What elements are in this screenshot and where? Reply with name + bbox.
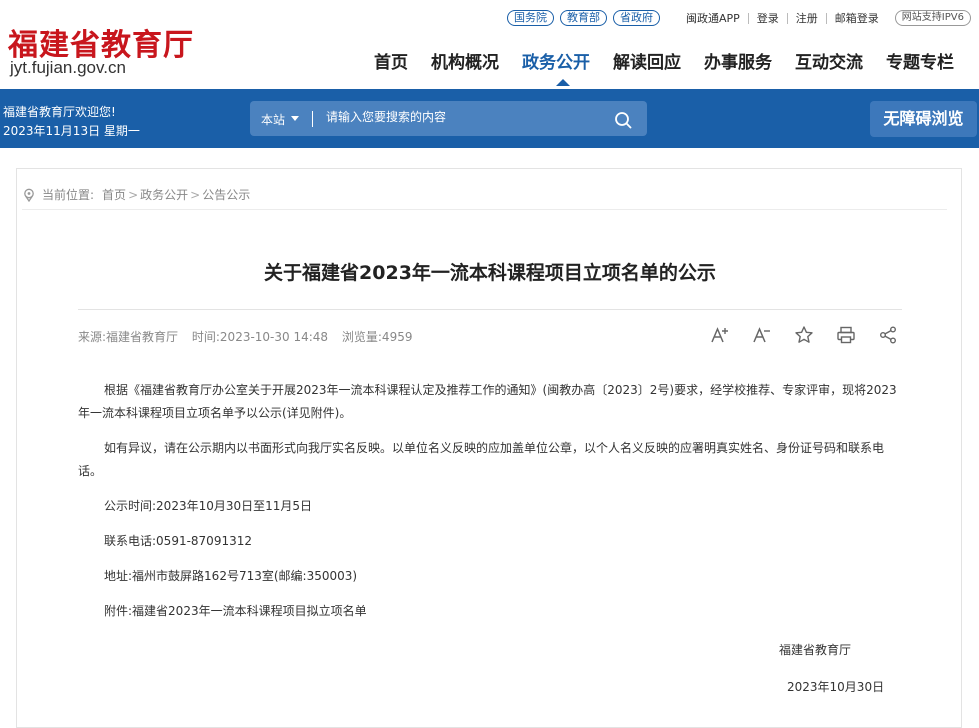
blue-band: 福建省教育厅欢迎您! 2023年11月13日 星期一 本站 无障碍浏览 bbox=[0, 89, 979, 148]
chevron-down-icon[interactable] bbox=[291, 116, 299, 121]
attachment-link[interactable]: 附件:福建省2023年一流本科课程项目拟立项名单 bbox=[78, 600, 903, 623]
mail-login-link[interactable]: 邮箱登录 bbox=[827, 13, 887, 24]
site-header: 福建省教育厅 jyt.fujian.gov.cn 国务院 教育部 省政府 闽政通… bbox=[0, 0, 979, 89]
font-increase-icon[interactable] bbox=[710, 325, 730, 345]
contact-phone: 联系电话:0591-87091312 bbox=[104, 534, 252, 548]
signature: 福建省教育厅 bbox=[779, 643, 852, 657]
article-time: 时间:2023-10-30 14:48 bbox=[191, 330, 329, 344]
favorite-star-icon[interactable] bbox=[794, 325, 814, 345]
search-divider bbox=[312, 111, 313, 127]
font-decrease-icon[interactable] bbox=[752, 325, 772, 345]
provincial-gov-link[interactable]: 省政府 bbox=[613, 10, 660, 26]
signature-date: 2023年10月30日 bbox=[787, 680, 885, 694]
nav-home[interactable]: 首页 bbox=[374, 48, 408, 73]
nav-about[interactable]: 机构概况 bbox=[431, 48, 499, 73]
contact-address: 地址:福州市鼓屏路162号713室(邮编:350003) bbox=[104, 569, 358, 583]
print-icon[interactable] bbox=[836, 325, 856, 345]
article-tools bbox=[710, 325, 898, 345]
site-logo-domain: jyt.fujian.gov.cn bbox=[10, 58, 126, 77]
breadcrumb-home[interactable]: 首页 bbox=[102, 186, 126, 203]
search-scope-select[interactable]: 本站 bbox=[261, 111, 285, 128]
article-views: 浏览量:4959 bbox=[341, 330, 413, 344]
search-bar: 本站 bbox=[250, 101, 647, 136]
nav-interaction[interactable]: 互动交流 bbox=[795, 48, 863, 73]
title-divider bbox=[78, 309, 902, 310]
location-icon bbox=[24, 188, 34, 202]
breadcrumb-gov-affairs[interactable]: 政务公开 bbox=[140, 186, 188, 203]
breadcrumb-prefix: 当前位置: bbox=[42, 188, 95, 202]
register-link[interactable]: 注册 bbox=[788, 12, 827, 24]
article-paragraph: 如有异议，请在公示期内以书面形式向我厅实名反映。以单位名义反映的应加盖单位公章，… bbox=[78, 441, 885, 478]
article-title: 关于福建省2023年一流本科课程项目立项名单的公示 bbox=[264, 262, 716, 284]
article-card: 当前位置: 首页 > 政务公开 > 公告公示 关于福建省2023年一流本科课程项… bbox=[16, 168, 962, 728]
breadcrumb-separator: > bbox=[190, 187, 201, 202]
article-body: 根据《福建省教育厅办公室关于开展2023年一流本科课程认定及推荐工作的通知》(闽… bbox=[78, 379, 903, 635]
mzt-app-link[interactable]: 闽政通APP bbox=[678, 12, 749, 24]
article-meta: 来源:福建省教育厅 时间:2023-10-30 14:48 浏览量:4959 bbox=[78, 328, 422, 345]
share-icon[interactable] bbox=[878, 325, 898, 345]
nav-services[interactable]: 办事服务 bbox=[704, 48, 772, 73]
notice-period: 公示时间:2023年10月30日至11月5日 bbox=[104, 499, 313, 513]
breadcrumb-notices[interactable]: 公告公示 bbox=[202, 186, 250, 203]
article-paragraph: 根据《福建省教育厅办公室关于开展2023年一流本科课程认定及推荐工作的通知》(闽… bbox=[78, 383, 897, 420]
ministry-education-link[interactable]: 教育部 bbox=[560, 10, 607, 26]
current-date: 2023年11月13日 星期一 bbox=[3, 124, 140, 138]
breadcrumb-separator: > bbox=[128, 187, 139, 202]
welcome-text: 福建省教育厅欢迎您! bbox=[3, 105, 116, 119]
search-input[interactable] bbox=[326, 110, 606, 124]
breadcrumb: 当前位置: 首页 > 政务公开 > 公告公示 bbox=[22, 186, 250, 203]
top-links: 国务院 教育部 省政府 闽政通APP 登录 注册 邮箱登录 网站支持IPV6 bbox=[507, 9, 971, 27]
breadcrumb-divider bbox=[22, 209, 947, 210]
nav-topics[interactable]: 专题专栏 bbox=[886, 48, 954, 73]
nav-gov-affairs[interactable]: 政务公开 bbox=[522, 48, 590, 86]
article-source: 来源:福建省教育厅 bbox=[78, 330, 179, 344]
main-nav: 首页 机构概况 政务公开 解读回应 办事服务 互动交流 专题专栏 bbox=[374, 48, 977, 86]
nav-interpretation[interactable]: 解读回应 bbox=[613, 48, 681, 73]
state-council-link[interactable]: 国务院 bbox=[507, 10, 554, 26]
search-icon[interactable] bbox=[613, 110, 633, 130]
accessibility-button[interactable]: 无障碍浏览 bbox=[870, 101, 977, 137]
ipv6-badge: 网站支持IPV6 bbox=[894, 10, 971, 26]
login-link[interactable]: 登录 bbox=[749, 12, 788, 24]
